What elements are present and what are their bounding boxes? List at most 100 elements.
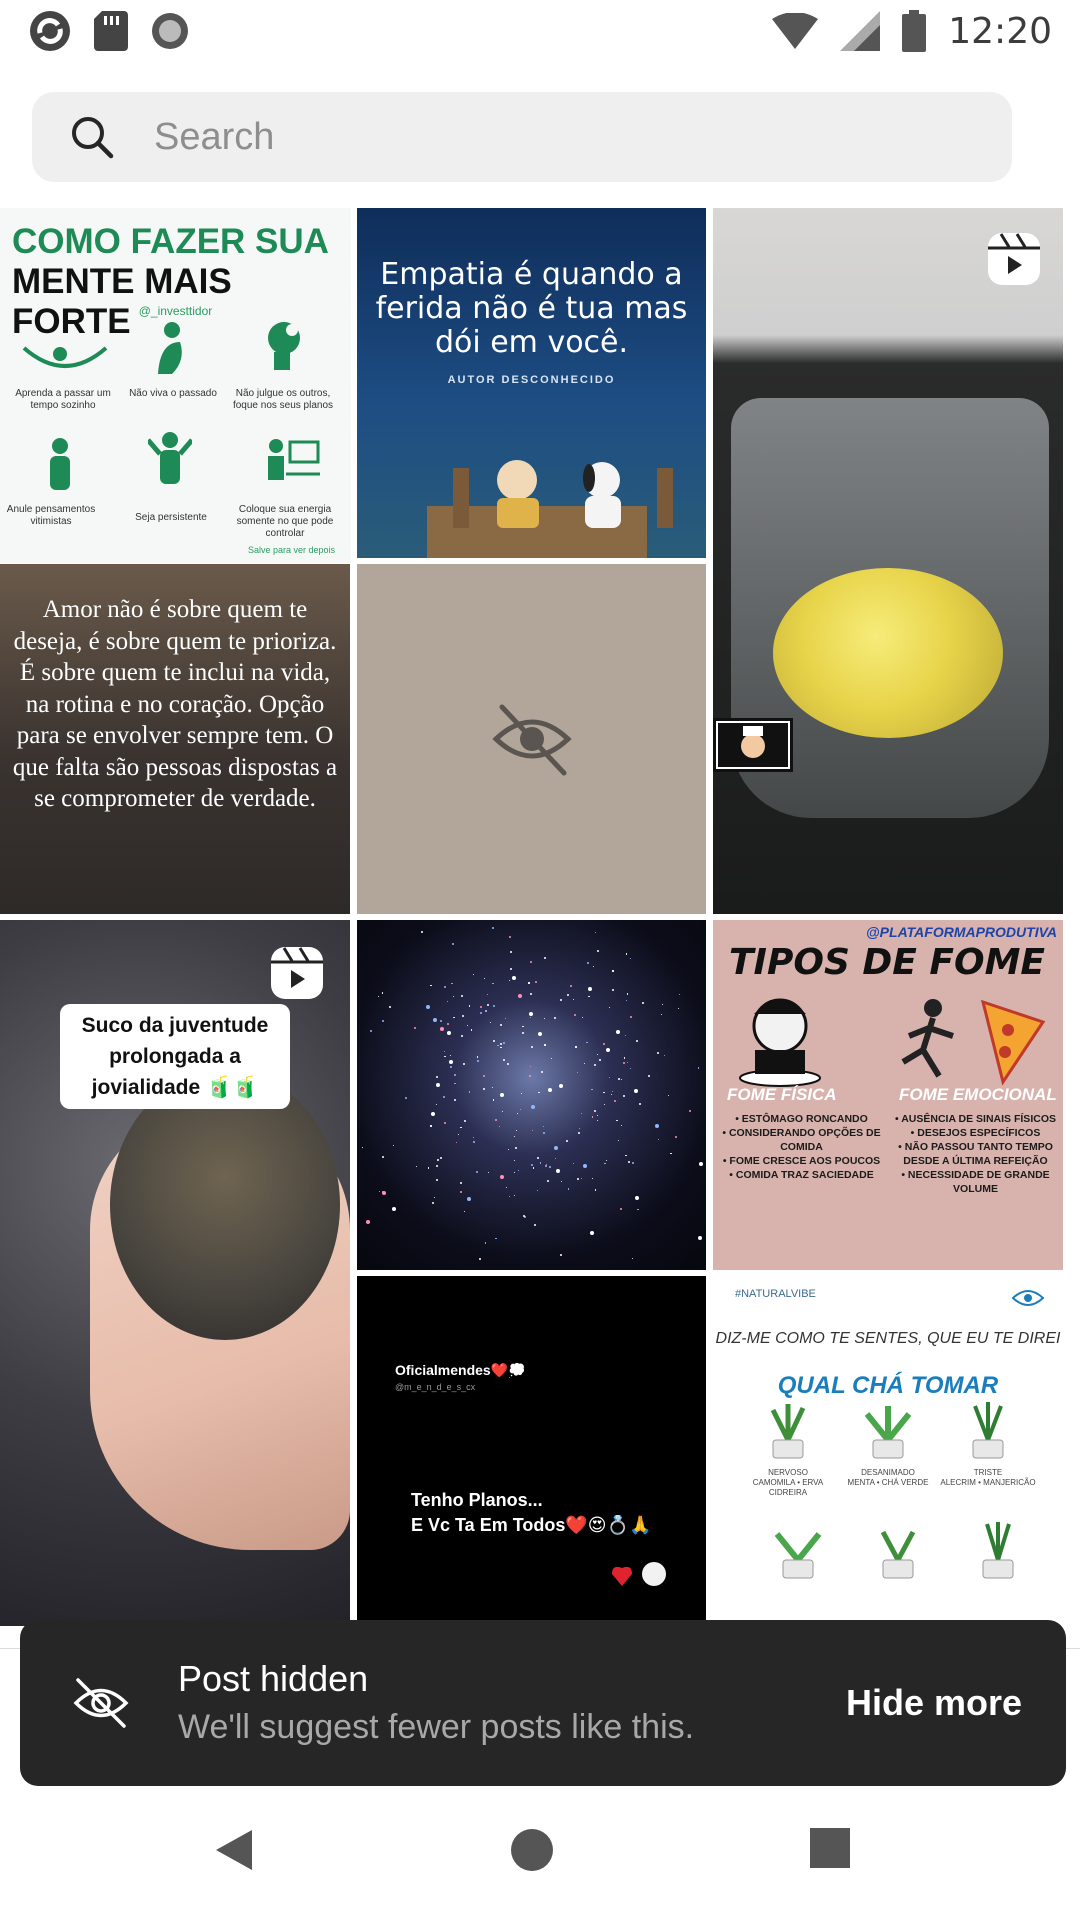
star-dot (622, 1062, 625, 1065)
star-dot (626, 953, 628, 955)
hide-more-button[interactable]: Hide more (846, 1682, 1022, 1724)
star-dot (494, 1119, 497, 1122)
star-dot (500, 1175, 505, 1180)
star-dot (697, 1236, 702, 1241)
star-dot (487, 1172, 489, 1174)
star-dot (677, 1008, 679, 1010)
star-dot (468, 1005, 470, 1007)
tea-plant-icon (972, 1402, 1004, 1459)
tea-plant-icon (774, 1532, 822, 1579)
star-dot (443, 1050, 445, 1053)
star-dot (538, 1091, 540, 1093)
system-nav-bar (0, 1788, 1080, 1920)
post-tag: #NATURALVIBE (735, 1288, 816, 1300)
star-dot (555, 1169, 560, 1174)
post-tile-mente-forte[interactable]: COMO FAZER SUA MENTE MAIS FORTE @_invest… (0, 208, 351, 563)
post-tile-amor-quote[interactable]: Amor não é sobre quem te deseja, é sobre… (0, 564, 350, 914)
post-author: AUTOR DESCONHECIDO (447, 374, 616, 386)
post-tile-tenho-planos[interactable]: Oficialmendes❤️💭 @m_e_n_d_e_s_cx Tenho P… (357, 1276, 706, 1626)
star-dot (446, 1023, 449, 1025)
item-caption: Coloque sua energia somente no que pode … (236, 504, 334, 539)
star-dot (459, 1182, 462, 1185)
record-icon (150, 11, 190, 51)
star-dot (548, 1087, 553, 1092)
star-dot (554, 1017, 557, 1020)
star-dot (667, 1094, 669, 1096)
star-dot (493, 1099, 495, 1101)
star-dot (440, 1027, 445, 1032)
star-dot (439, 1156, 442, 1159)
star-dot (509, 968, 512, 971)
star-dot (379, 1190, 381, 1193)
star-dot (534, 981, 537, 984)
star-dot (503, 1042, 506, 1045)
col-title-physical: FOME FÍSICA (727, 1085, 837, 1104)
post-tile-beet-reel[interactable]: Suco da juventude prolongada a jovialida… (0, 920, 350, 1626)
star-dot (449, 1059, 454, 1064)
post-tile-star-cluster[interactable] (357, 920, 706, 1270)
star-dot (460, 1126, 462, 1129)
star-dot (539, 1162, 541, 1164)
reels-icon (271, 947, 323, 999)
star-dot (628, 1161, 631, 1164)
star-dot (591, 1116, 594, 1118)
search-input[interactable] (154, 115, 934, 159)
home-button-icon[interactable] (510, 1828, 554, 1872)
star-dot (443, 1122, 446, 1125)
star-dot (522, 1214, 525, 1217)
star-dot (453, 1074, 456, 1077)
recents-button-icon[interactable] (810, 1828, 850, 1868)
post-tile-tipos-de-fome[interactable]: @PLATAFORMAPRODUTIVA TIPOS DE FOME FOME … (713, 920, 1063, 1270)
star-dot (499, 1023, 502, 1026)
heart-bubble-icon (612, 1562, 666, 1586)
star-dot (440, 1019, 443, 1022)
star-dot (549, 1166, 552, 1169)
star-dot (500, 1046, 502, 1048)
star-dot (558, 1084, 563, 1089)
post-caption: Suco da juventude prolongada a jovialida… (60, 1004, 290, 1109)
star-dot (625, 1155, 627, 1157)
star-dot (426, 1004, 431, 1009)
star-dot (588, 995, 590, 998)
star-dot (470, 1029, 473, 1031)
star-dot (657, 1139, 659, 1141)
star-dot (623, 1094, 626, 1097)
hidden-post-tile[interactable] (357, 564, 706, 914)
star-dot (531, 1104, 536, 1109)
star-dot (483, 977, 486, 979)
star-dot (432, 1201, 435, 1204)
star-dot (531, 1045, 534, 1048)
hungry-person-icon (739, 998, 821, 1087)
star-dot (689, 1109, 692, 1112)
star-dot (604, 1163, 606, 1165)
search-bar[interactable] (32, 92, 1012, 182)
post-tile-cha[interactable]: #NATURALVIBE DIZ-ME COMO TE SENTES, QUE … (713, 1276, 1063, 1626)
tea-plant-icon (982, 1522, 1014, 1579)
wifi-icon (772, 13, 819, 49)
back-button-icon[interactable] (214, 1828, 254, 1872)
star-dot (597, 1120, 599, 1122)
post-tile-blender-reel[interactable] (713, 208, 1063, 914)
star-dot (489, 1021, 491, 1023)
star-dot (597, 1114, 599, 1116)
star-dot (486, 994, 489, 996)
star-dot (596, 1054, 598, 1056)
post-tile-empatia[interactable]: Empatia é quando a ferida não é tua mas … (357, 208, 706, 558)
star-dot (478, 1257, 481, 1260)
star-dot (624, 1034, 626, 1036)
star-dot (485, 1010, 487, 1012)
star-dot (491, 927, 494, 930)
star-dot (541, 1071, 544, 1074)
star-dot (582, 1163, 587, 1168)
post-subuser: @m_e_n_d_e_s_cx (395, 1382, 476, 1392)
star-dot (511, 975, 516, 980)
star-dot (404, 1097, 407, 1100)
star-dot (458, 1133, 460, 1136)
plant-caption: TRISTE ALECRIM • MANJERICÃO (940, 1468, 1036, 1487)
star-dot (531, 1164, 534, 1167)
star-dot (514, 1159, 516, 1161)
star-dot (577, 1132, 580, 1135)
fruit-image (773, 568, 1003, 738)
star-dot (580, 1178, 583, 1180)
star-dot (469, 1091, 471, 1093)
